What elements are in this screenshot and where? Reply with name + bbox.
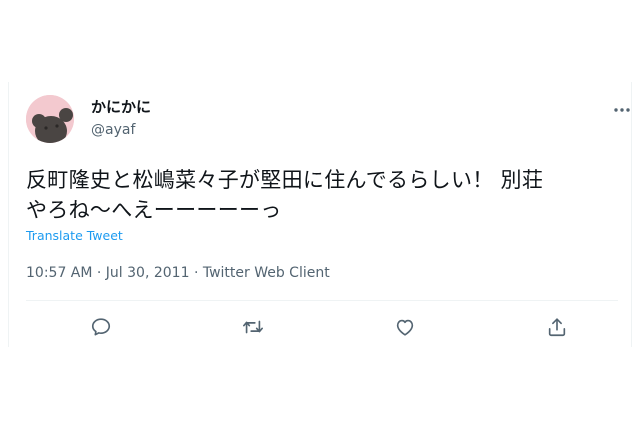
reply-button[interactable] — [88, 314, 114, 340]
tweet-card: かにかに @ayaf 反町隆史と松嶋菜々子が堅田に住んでるらしい！ 別荘 やろね… — [8, 82, 632, 347]
avatar-bear-icon — [26, 95, 74, 143]
page: かにかに @ayaf 反町隆史と松嶋菜々子が堅田に住んでるらしい！ 別荘 やろね… — [0, 0, 640, 427]
heart-icon — [396, 319, 414, 336]
user-display-name[interactable]: かにかに — [91, 98, 151, 116]
action-bar — [9, 314, 633, 340]
avatar[interactable] — [26, 95, 74, 143]
translate-tweet-link[interactable]: Translate Tweet — [26, 228, 123, 244]
more-options-button[interactable] — [613, 101, 631, 113]
tweet-text-line: やろね〜へえーーーーーっ — [26, 198, 282, 222]
tweet-text-line: 反町隆史と松嶋菜々子が堅田に住んでるらしい！ 別荘 — [26, 168, 544, 192]
share-icon — [548, 318, 566, 337]
tweet-timestamp[interactable]: 10:57 AM · Jul 30, 2011 · Twitter Web Cl… — [26, 263, 330, 283]
retweet-button[interactable] — [240, 314, 266, 340]
reply-icon — [91, 318, 111, 336]
user-handle[interactable]: @ayaf — [91, 121, 135, 139]
more-horizontal-icon — [614, 108, 630, 112]
tweet-text: 反町隆史と松嶋菜々子が堅田に住んでるらしい！ 別荘 やろね〜へえーーーーーっ — [26, 165, 626, 225]
share-button[interactable] — [544, 314, 570, 340]
like-button[interactable] — [392, 314, 418, 340]
retweet-icon — [243, 320, 263, 334]
divider — [26, 300, 618, 301]
